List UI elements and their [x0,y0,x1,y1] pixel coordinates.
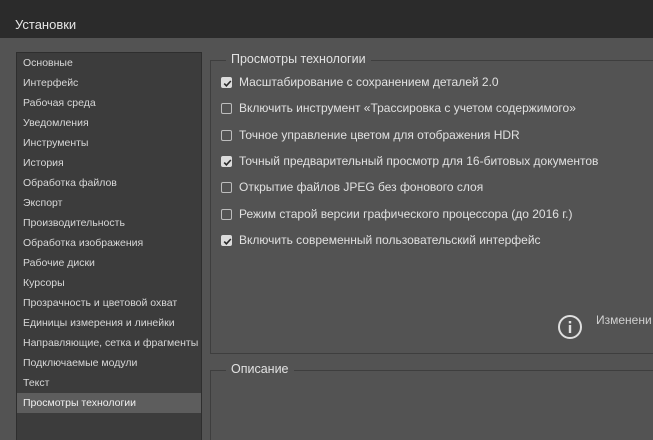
option-label: Включить современный пользовательский ин… [239,233,541,247]
window-title: Установки [15,17,77,32]
option-label: Открытие файлов JPEG без фонового слоя [239,180,484,194]
preferences-sidebar: Основные Интерфейс Рабочая среда Уведомл… [16,52,202,440]
sidebar-item-cursors[interactable]: Курсоры [17,273,201,293]
option-hdr-color-management[interactable]: Точное управление цветом для отображения… [221,126,520,144]
sidebar-item-image-processing[interactable]: Обработка изображения [17,233,201,253]
sidebar-item-file-handling[interactable]: Обработка файлов [17,173,201,193]
checkbox-hdr-color-management[interactable] [221,129,232,141]
checkmark-icon [223,79,232,87]
title-bar[interactable]: Установки [0,0,653,38]
description-heading: Описание [226,362,294,376]
sidebar-item-units-rulers[interactable]: Единицы измерения и линейки [17,313,201,333]
sidebar-item-type[interactable]: Текст [17,373,201,393]
option-detail-preserving-upscale[interactable]: Масштабирование с сохранением деталей 2.… [221,73,499,91]
technology-previews-heading: Просмотры технологии [226,52,371,66]
option-label: Точное управление цветом для отображения… [239,128,520,142]
description-panel [210,370,653,440]
sidebar-item-technology-previews[interactable]: Просмотры технологии [17,393,201,413]
sidebar-item-general[interactable]: Основные [17,53,201,73]
checkbox-detail-preserving-upscale[interactable] [221,76,232,88]
sidebar-item-notifications[interactable]: Уведомления [17,113,201,133]
sidebar-item-scratch-disks[interactable]: Рабочие диски [17,253,201,273]
preferences-window: Установки Основные Интерфейс Рабочая сре… [0,0,653,440]
checkbox-legacy-gpu-mode[interactable] [221,208,232,220]
option-label: Режим старой версии графического процесс… [239,207,573,221]
checkbox-modern-ui[interactable] [221,234,232,246]
checkbox-jpeg-no-background[interactable] [221,181,232,193]
option-label: Точный предварительный просмотр для 16-б… [239,154,599,168]
option-label: Включить инструмент «Трассировка с учето… [239,101,576,115]
sidebar-item-workspace[interactable]: Рабочая среда [17,93,201,113]
info-icon [558,315,582,339]
option-modern-ui[interactable]: Включить современный пользовательский ин… [221,231,541,249]
checkmark-icon [223,237,232,245]
checkbox-content-aware-tracing[interactable] [221,102,232,114]
option-content-aware-tracing[interactable]: Включить инструмент «Трассировка с учето… [221,99,576,117]
option-label: Масштабирование с сохранением деталей 2.… [239,75,499,89]
restart-notice-text: Изменени [596,313,652,327]
checkmark-icon [223,158,232,166]
sidebar-item-transparency-gamut[interactable]: Прозрачность и цветовой охват [17,293,201,313]
sidebar-item-plugins[interactable]: Подключаемые модули [17,353,201,373]
sidebar-item-history[interactable]: История [17,153,201,173]
sidebar-item-tools[interactable]: Инструменты [17,133,201,153]
option-jpeg-no-background[interactable]: Открытие файлов JPEG без фонового слоя [221,178,483,196]
checkbox-16bit-preview[interactable] [221,155,232,167]
sidebar-item-performance[interactable]: Производительность [17,213,201,233]
sidebar-item-interface[interactable]: Интерфейс [17,73,201,93]
option-legacy-gpu-mode[interactable]: Режим старой версии графического процесс… [221,205,573,223]
sidebar-item-guides-grid-slices[interactable]: Направляющие, сетка и фрагменты [17,333,201,353]
option-16bit-preview[interactable]: Точный предварительный просмотр для 16-б… [221,152,598,170]
sidebar-item-export[interactable]: Экспорт [17,193,201,213]
